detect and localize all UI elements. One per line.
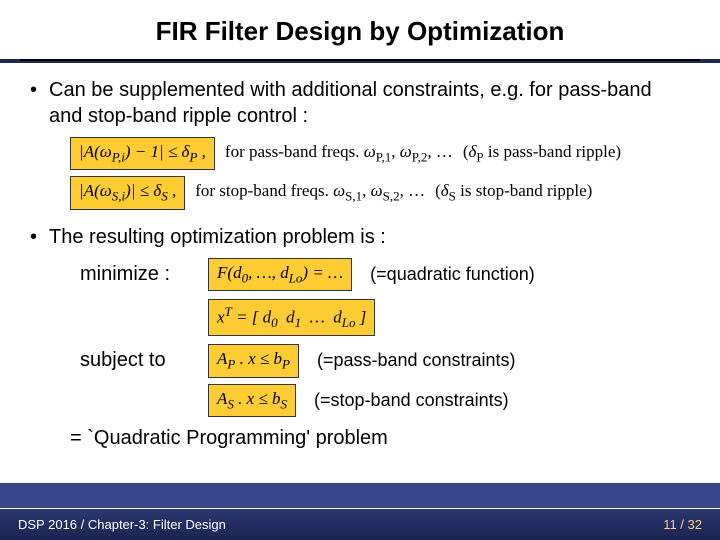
stop-constraint-line: AS . x ≤ bS (=stop-band constraints) [80, 384, 690, 417]
formula-passband-ripple: (δP is pass-band ripple) [463, 142, 621, 165]
page-indicator: 11 / 32 [663, 517, 702, 532]
bullet-1: • Can be supplemented with additional co… [30, 77, 690, 129]
formula-passband-note: for pass-band freqs. ωP,1, ωP,2, … [225, 142, 453, 165]
formula-passband-ineq: |A(ωP,i) − 1| ≤ δP , [70, 137, 215, 170]
pass-constraint-note: (=pass-band constraints) [317, 350, 516, 371]
formula-stopband-note: for stop-band freqs. ωS,1, ωS,2, … [195, 181, 425, 204]
page-current: 11 [663, 517, 677, 532]
divider-top [20, 59, 700, 61]
page-total: 32 [688, 517, 702, 532]
minimize-line: minimize : F(d0, …, dLo) = … (=quadratic… [80, 258, 690, 291]
content-area: • Can be supplemented with additional co… [0, 63, 720, 483]
subject-to-line: subject to AP . x ≤ bP (=pass-band const… [80, 344, 690, 377]
formula-stopband-row: |A(ωS,i)| ≤ δS , for stop-band freqs. ωS… [70, 176, 690, 209]
footer-left: DSP 2016 / Chapter-3: Filter Design [18, 517, 226, 532]
xvec-formula: xT = [ d0 d1 … dLo ] [208, 299, 375, 336]
formula-stopband-ineq: |A(ωS,i)| ≤ δS , [70, 176, 185, 209]
objective-formula: F(d0, …, dLo) = … [208, 258, 352, 291]
slide-title: FIR Filter Design by Optimization [20, 16, 700, 47]
minimize-label: minimize : [80, 263, 190, 286]
xvec-line: xT = [ d0 d1 … dLo ] [80, 299, 690, 336]
formula-stopband-ripple: (δS is stop-band ripple) [435, 181, 592, 204]
footer: DSP 2016 / Chapter-3: Filter Design 11 /… [0, 508, 720, 540]
stop-constraint-note: (=stop-band constraints) [314, 390, 509, 411]
quadratic-note: (=quadratic function) [370, 264, 535, 285]
stop-constraint-formula: AS . x ≤ bS [208, 384, 296, 417]
subject-label: subject to [80, 349, 190, 372]
bullet-mark: • [30, 224, 37, 250]
page-sep: / [677, 517, 688, 532]
bullet-1-text: Can be supplemented with additional cons… [49, 77, 690, 129]
conclusion-text: = `Quadratic Programming' problem [70, 427, 690, 450]
pass-constraint-formula: AP . x ≤ bP [208, 344, 299, 377]
bullet-2: • The resulting optimization problem is … [30, 224, 690, 250]
bullet-2-text: The resulting optimization problem is : [49, 224, 386, 250]
slide: FIR Filter Design by Optimization • Can … [0, 0, 720, 540]
bullet-mark: • [30, 77, 37, 103]
formula-passband-row: |A(ωP,i) − 1| ≤ δP , for pass-band freqs… [70, 137, 690, 170]
title-bar: FIR Filter Design by Optimization [0, 0, 720, 59]
